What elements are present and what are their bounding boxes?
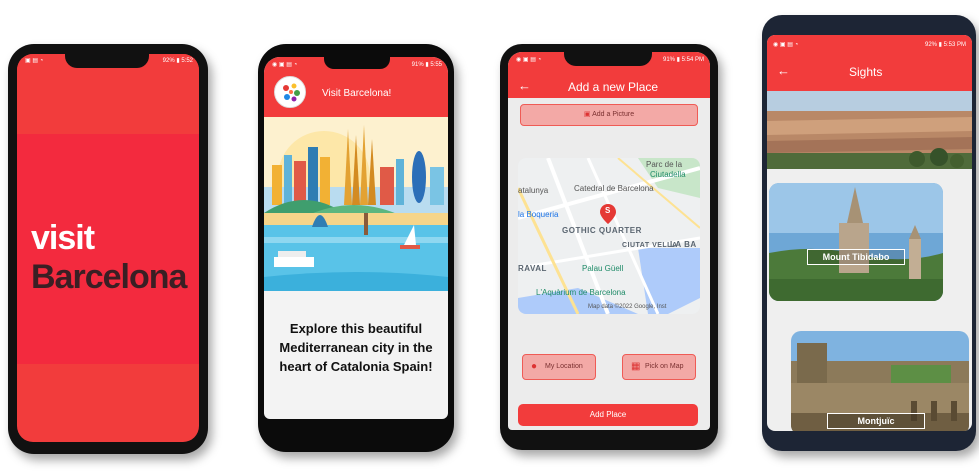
add-place-screen: ◉ ▣ ▤ ◔ 91% ▮ 5:54 PM ← Add a new Place …	[508, 52, 710, 430]
map-label-aquarium: L'Aquàrium de Barcelona	[536, 288, 626, 297]
app-logo-avatar[interactable]	[274, 76, 306, 108]
map-view[interactable]: Parc de la Ciutadella atalunya Catedral …	[518, 158, 700, 314]
sight-card-label: Montjuïc	[827, 413, 925, 429]
notification-icons: ▣ ▤ ◔	[25, 58, 44, 64]
map-label-parc: Parc de la	[646, 160, 683, 169]
status-text: 91% ▮ 5:54 PM	[663, 57, 704, 63]
map-label-ciutadella: Ciutadella	[650, 170, 686, 179]
notification-icons: ◉ ▣ ▤ ◔	[516, 57, 542, 63]
app-title: Visit Barcelona!	[322, 88, 392, 99]
camera-notch	[564, 52, 652, 66]
barcelona-illustration	[264, 117, 448, 291]
camera-icon: ▣	[583, 111, 593, 118]
tibidabo-image	[769, 183, 943, 301]
map-label-la-ba: LA BA	[670, 240, 697, 249]
notification-icons: ◉ ▣ ▤ ◔	[272, 62, 298, 68]
status-text: 91% ▮ 5:55	[411, 62, 442, 68]
screen-title: Sights	[849, 65, 883, 79]
pick-on-map-label: Pick on Map	[645, 363, 684, 370]
map-label-catedral: Catedral de Barcelona	[574, 184, 654, 193]
status-text: 92% ▮ 5:52	[162, 58, 193, 64]
app-showcase: ▣ ▤ ◔ 92% ▮ 5:52 visit Barcelona ◉ ▣ ▤ ◔…	[0, 0, 979, 471]
back-arrow-icon[interactable]: ←	[777, 63, 790, 78]
map-label-gothic: GOTHIC QUARTER	[562, 226, 642, 235]
welcome-screen: ◉ ▣ ▤ ◔ 91% ▮ 5:55 Visit Barcelona! Expl…	[264, 57, 448, 419]
phone-sights: ◉ ▣ ▤ ◔ 92% ▮ 5:53 PM ← Sights Mount Tib…	[762, 15, 976, 451]
sight-card[interactable]: Montjuïc	[791, 331, 969, 431]
pick-on-map-button[interactable]: ▦ Pick on Map	[622, 354, 696, 380]
map-label-boqueria: la Boqueria	[518, 210, 559, 219]
add-picture-button[interactable]: ▣ Add a Picture	[520, 104, 698, 126]
city-panorama-image	[767, 91, 972, 169]
back-arrow-icon[interactable]: ←	[518, 78, 531, 93]
sights-screen: ◉ ▣ ▤ ◔ 92% ▮ 5:53 PM ← Sights Mount Tib…	[767, 35, 972, 431]
mosaic-icon	[276, 78, 305, 107]
map-marker-label: S	[605, 206, 611, 215]
welcome-description: Explore this beautiful Mediterranean cit…	[279, 321, 433, 374]
logo-visit: visit	[31, 219, 95, 257]
phone-add-place: ◉ ▣ ▤ ◔ 91% ▮ 5:54 PM ← Add a new Place …	[500, 44, 718, 450]
map-attribution: Map data ©2022 Google, Inst	[588, 304, 667, 310]
status-text: 92% ▮ 5:53 PM	[925, 42, 966, 48]
sight-card-label: Mount Tibidabo	[807, 249, 905, 265]
sight-card[interactable]: Mount Tibidabo	[769, 183, 943, 301]
screen-title: Add a new Place	[568, 80, 659, 94]
map-label-palau: Palau Güell	[582, 264, 624, 273]
my-location-label: My Location	[545, 363, 583, 370]
add-place-button[interactable]: Add Place	[518, 404, 698, 426]
my-location-button[interactable]: ● My Location	[522, 354, 596, 380]
phone-splash: ▣ ▤ ◔ 92% ▮ 5:52 visit Barcelona	[8, 44, 208, 454]
camera-notch	[324, 57, 390, 69]
map-label-catalunya: atalunya	[518, 186, 549, 195]
logo-barcelona: Barcelona	[31, 258, 187, 296]
add-picture-label: Add a Picture	[592, 111, 635, 118]
map-marker-icon[interactable]: S	[600, 204, 616, 224]
app-bar: ◉ ▣ ▤ ◔ 92% ▮ 5:53 PM ← Sights	[767, 35, 972, 91]
location-pin-icon: ●	[531, 361, 538, 372]
map-icon: ▦	[631, 361, 641, 372]
camera-notch	[65, 54, 149, 68]
map-label-raval: RAVAL	[518, 264, 547, 273]
notification-icons: ◉ ▣ ▤ ◔	[773, 42, 799, 48]
phone-welcome: ◉ ▣ ▤ ◔ 91% ▮ 5:55 Visit Barcelona! Expl…	[258, 44, 454, 452]
splash-screen: ▣ ▤ ◔ 92% ▮ 5:52 visit Barcelona	[17, 54, 199, 442]
